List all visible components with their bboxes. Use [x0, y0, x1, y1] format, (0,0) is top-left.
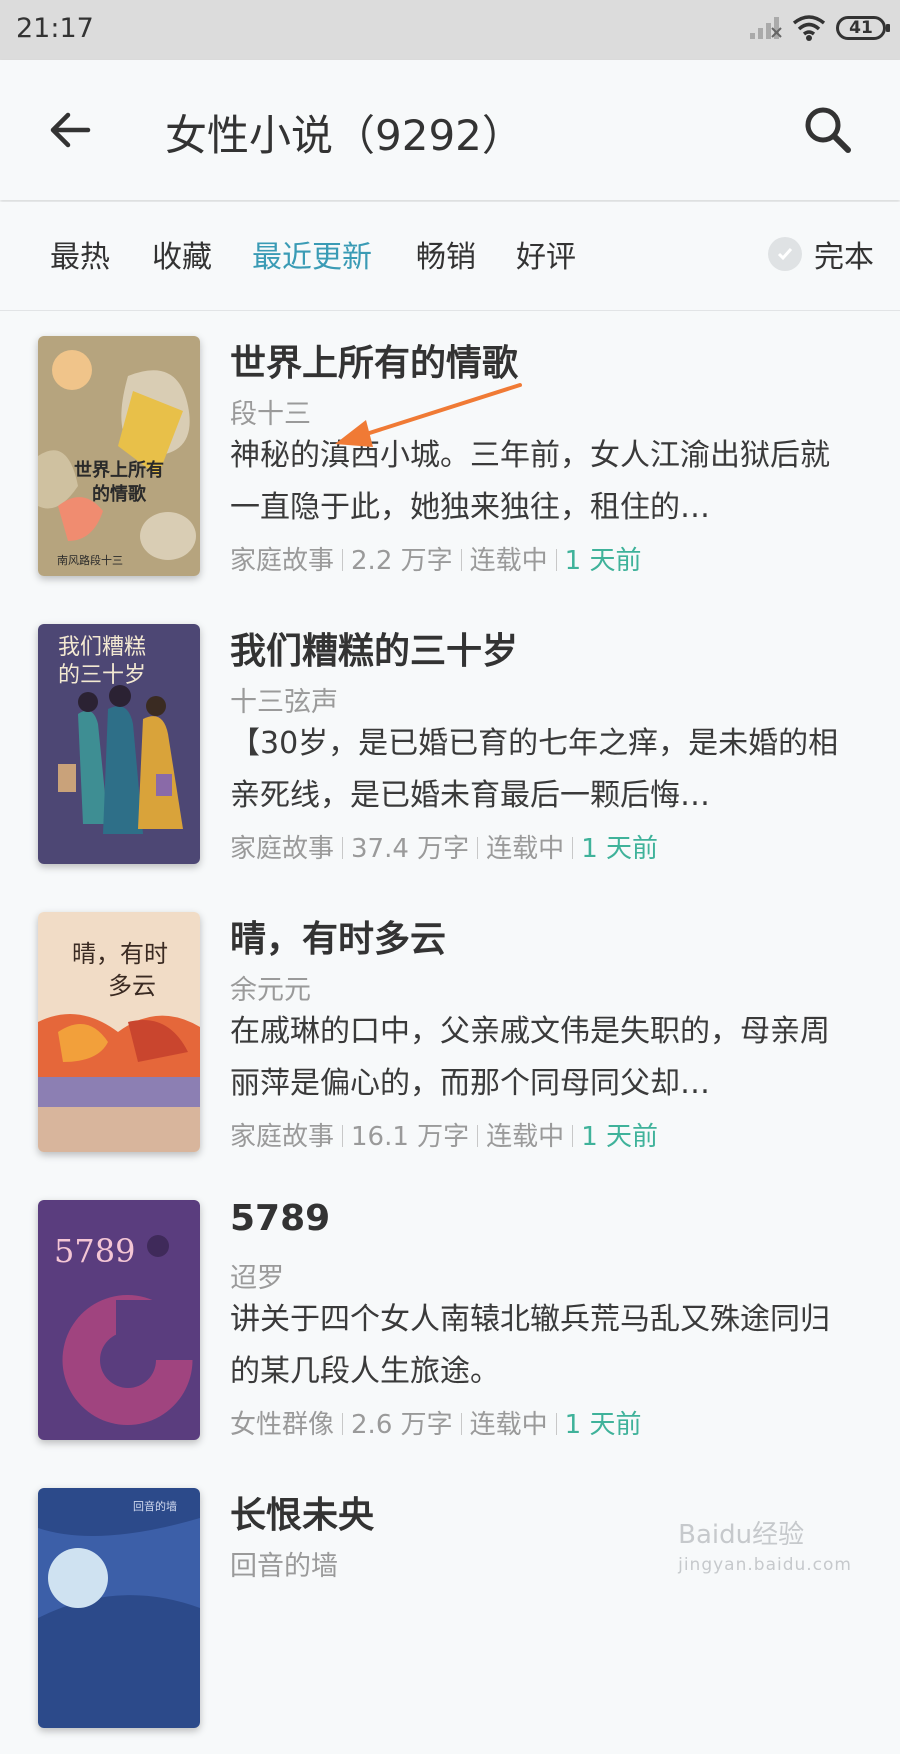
book-title: 长恨未央 [230, 1495, 375, 1536]
book-status: 连载中 [486, 834, 565, 864]
book-title: 世界上所有的情歌 [230, 343, 519, 384]
tab-bestselling[interactable]: 畅销 [416, 232, 476, 276]
complete-filter-label: 完本 [814, 240, 874, 275]
filter-bar: 最热 收藏 最近更新 畅销 好评 完本 [0, 202, 900, 311]
book-item[interactable]: 晴，有时 多云 晴，有时多云 余元元 在戚琳的口中，父亲戚文伟是失职的，母亲周丽… [0, 888, 900, 1178]
book-word-count: 2.6 万字 [351, 1410, 453, 1440]
tab-top-rated[interactable]: 好评 [516, 232, 576, 276]
wifi-icon [792, 15, 826, 41]
tab-favorites[interactable]: 收藏 [152, 232, 212, 276]
book-author: 余元元 [230, 975, 311, 1006]
book-item[interactable]: 回音的墙 长恨未央 回音的墙 [0, 1464, 900, 1754]
book-description: 【30岁，是已婚已育的七年之痒，是未婚的相亲死线，是已婚未育最后一颗后悔… [230, 726, 839, 813]
tab-hottest[interactable]: 最热 [50, 232, 110, 276]
page-title: 女性小说（9292） [165, 111, 524, 160]
status-time: 21:17 [16, 13, 94, 44]
book-meta: 家庭故事 16.1 万字 连载中 1 天前 [230, 1116, 658, 1153]
book-meta: 家庭故事 37.4 万字 连载中 1 天前 [230, 828, 658, 865]
book-meta: 家庭故事 2.2 万字 连载中 1 天前 [230, 540, 641, 577]
book-word-count: 37.4 万字 [351, 834, 470, 864]
status-icons: 41 [748, 14, 890, 42]
book-updated: 1 天前 [564, 1410, 642, 1440]
book-author: 段十三 [230, 399, 311, 430]
back-button[interactable] [44, 100, 104, 160]
watermark-url: jingyan.baidu.com [678, 1555, 852, 1575]
book-description: 神秘的滇西小城。三年前，女人江渝出狱后就一直隐于此，她独来独往，租住的… [230, 438, 830, 525]
book-cover: 世界上所有 的情歌 南风路段十三 [38, 336, 200, 576]
status-bar: 21:17 41 [0, 0, 900, 60]
book-updated: 1 天前 [581, 1122, 658, 1152]
cover-subtext: 南风路段十三 [57, 553, 123, 567]
book-author: 十三弦声 [230, 687, 338, 718]
search-icon [805, 107, 851, 153]
book-updated: 1 天前 [581, 834, 658, 864]
book-meta: 女性群像 2.6 万字 连载中 1 天前 [230, 1404, 641, 1441]
book-title: 我们糟糕的三十岁 [230, 631, 519, 672]
cover-title-line-1: 世界上所有 [74, 459, 164, 481]
watermark-text: Baidu经验 [678, 1520, 805, 1550]
book-item[interactable]: 5789 5789 迢罗 讲关于四个女人南辕北辙兵荒马乱又殊途同归的某几段人生旅… [0, 1176, 900, 1466]
book-author: 回音的墙 [230, 1551, 338, 1582]
book-cover: 5789 [38, 1200, 200, 1440]
book-status: 连载中 [469, 546, 548, 576]
book-genre: 女性群像 [230, 1410, 335, 1440]
book-title: 晴，有时多云 [230, 919, 447, 960]
book-status: 连载中 [486, 1122, 565, 1152]
cover-title-line-2: 多云 [108, 972, 156, 1000]
book-word-count: 2.2 万字 [351, 546, 453, 576]
battery-indicator: 41 [836, 16, 890, 40]
book-description: 讲关于四个女人南辕北辙兵荒马乱又殊途同归的某几段人生旅途。 [230, 1302, 830, 1389]
book-genre: 家庭故事 [230, 834, 335, 864]
book-cover: 晴，有时 多云 [38, 912, 200, 1152]
book-genre: 家庭故事 [230, 546, 335, 576]
cover-title: 回音的墙 [133, 1499, 177, 1513]
app-bar: 女性小说（9292） [0, 60, 900, 200]
book-status: 连载中 [469, 1410, 548, 1440]
book-word-count: 16.1 万字 [351, 1122, 470, 1152]
book-description: 在戚琳的口中，父亲戚文伟是失职的，母亲周丽萍是偏心的，而那个同母同父却… [230, 1014, 830, 1101]
cover-title-line-2: 的情歌 [92, 483, 147, 505]
complete-filter-toggle[interactable]: 完本 [768, 232, 874, 276]
book-cover: 我们糟糕 的三十岁 [38, 624, 200, 864]
book-updated: 1 天前 [564, 546, 642, 576]
search-button[interactable] [798, 100, 858, 160]
signal-icon [750, 17, 782, 39]
baidu-watermark: Baidu经验 jingyan.baidu.com [678, 1514, 852, 1575]
tab-recent-update[interactable]: 最近更新 [252, 232, 372, 276]
cover-title-line-1: 我们糟糕 [58, 635, 146, 660]
book-item[interactable]: 世界上所有 的情歌 南风路段十三 世界上所有的情歌 段十三 神秘的滇西小城。三年… [0, 312, 900, 602]
check-circle-icon [768, 237, 802, 271]
back-arrow-icon [50, 112, 91, 148]
book-item[interactable]: 我们糟糕 的三十岁 我们糟糕的三十岁 十三弦声 【30岁，是已婚已育的七年之痒，… [0, 600, 900, 890]
cover-title-line-2: 的三十岁 [58, 663, 146, 688]
cover-title: 5789 [54, 1232, 135, 1270]
book-genre: 家庭故事 [230, 1122, 335, 1152]
cover-title-line-1: 晴，有时 [72, 940, 168, 968]
book-author: 迢罗 [230, 1263, 284, 1294]
book-cover: 回音的墙 [38, 1488, 200, 1728]
book-title: 5789 [230, 1198, 331, 1239]
